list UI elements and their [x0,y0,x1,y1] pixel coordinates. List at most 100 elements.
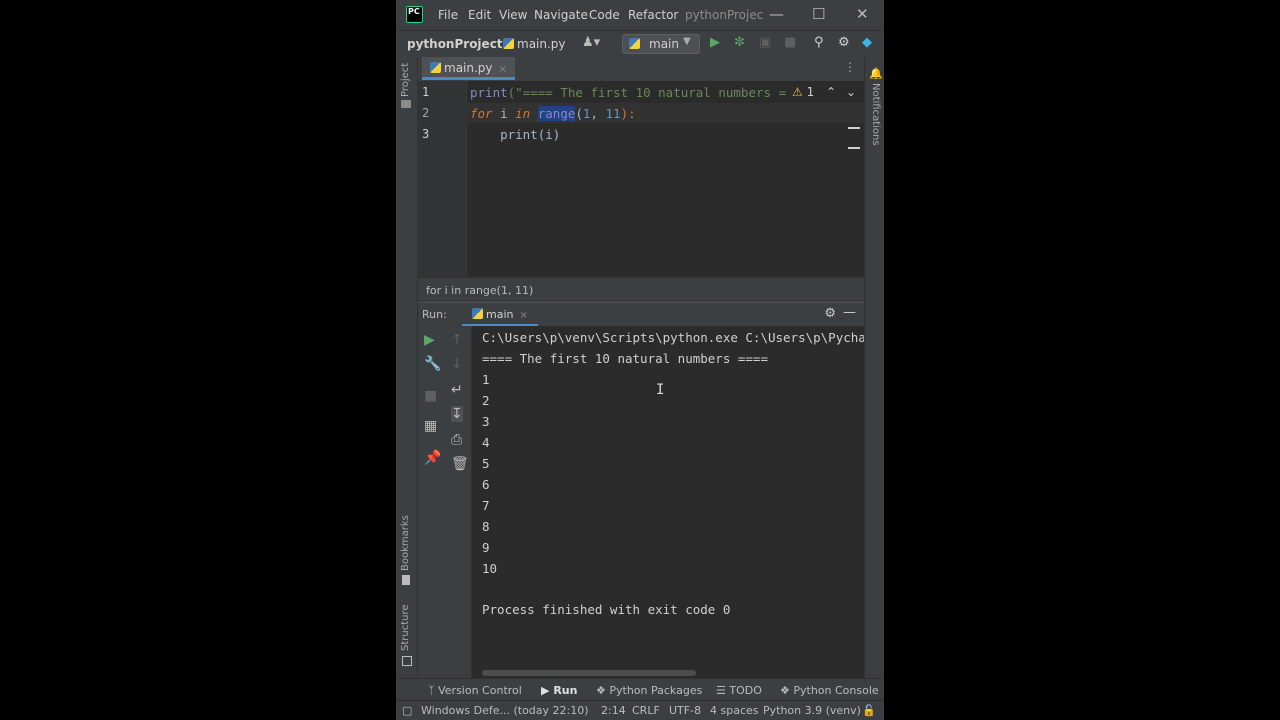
close-icon[interactable]: × [519,310,527,321]
status-interpreter[interactable]: Python 3.9 (venv) [763,704,861,717]
search-icon[interactable]: ⚲ [814,35,824,50]
code-token: , [590,106,606,121]
status-square-icon[interactable]: ▢ [402,704,412,717]
editor-breadcrumb: for i in range(1, 11) [418,277,864,302]
code-line-2[interactable]: for i in range(1, 11): [470,106,636,121]
stop-icon[interactable]: ■ [424,388,437,404]
chevron-down-icon[interactable]: ⌄ [846,85,856,99]
structure-icon [402,656,412,666]
menu-edit[interactable]: Edit [468,8,491,22]
structure-tool-tab[interactable]: Structure [400,604,411,651]
coverage-icon[interactable]: ▣ [759,35,771,50]
stop-icon[interactable]: ■ [784,35,796,50]
run-tab-main[interactable]: main × [462,303,538,327]
menu-code[interactable]: Code [589,8,620,22]
run-console-output[interactable]: C:\Users\p\venv\Scripts\python.exe C:\Us… [472,326,864,678]
gear-icon[interactable]: ⚙ [838,35,850,50]
close-icon[interactable]: × [499,64,507,75]
debug-icon[interactable]: ✼ [734,35,745,50]
minimize-panel-icon[interactable]: — [843,305,856,320]
console-line: 5 [482,456,490,471]
tool-run[interactable]: ▶ Run [541,684,577,697]
close-window-button[interactable]: ✕ [856,5,869,23]
inspection-widget[interactable]: ⚠ 1 ⌃ ⌄ [792,85,856,99]
code-token: in [515,106,531,121]
user-icon[interactable]: ♟▾ [582,35,600,50]
status-caret-position[interactable]: 2:14 [601,704,626,717]
trash-icon[interactable]: 🗑 [451,456,469,472]
breadcrumb-text[interactable]: for i in range(1, 11) [426,284,533,297]
tool-label: Run [553,684,578,697]
status-event[interactable]: Windows Defe... (today 22:10) [421,704,589,717]
horizontal-scrollbar[interactable] [482,670,696,676]
console-line: 9 [482,540,490,555]
jetbrains-icon[interactable]: ◆ [862,35,872,50]
run-config-selector[interactable]: main ▼ [622,34,700,54]
status-indent[interactable]: 4 spaces [710,704,759,717]
rerun-icon[interactable]: ▶ [424,332,435,348]
layout-icon[interactable]: ▦ [424,418,437,434]
menu-navigate[interactable]: Navigate [534,8,588,22]
lock-icon[interactable]: 🔓 [862,704,876,717]
gear-icon[interactable]: ⚙ [824,306,836,321]
menu-file[interactable]: File [438,8,458,22]
tool-window-bar: ᛉ Version Control ▶ Run ❖ Python Package… [396,678,884,701]
menu-view[interactable]: View [499,8,527,22]
list-icon: ☰ [716,684,726,697]
breadcrumb-project[interactable]: pythonProject3 [407,37,511,51]
scroll-marker [848,127,860,129]
pin-icon[interactable]: 📌 [424,450,441,466]
notifications-tool-tab[interactable]: Notifications [870,83,881,146]
console-line: Process finished with exit code 0 [482,602,731,617]
code-line-3[interactable]: print(i) [470,127,560,142]
console-line: 2 [482,393,490,408]
editor-tab-bar: main.py × ⋮ [418,57,864,82]
menu-refactor[interactable]: Refactor [628,8,678,22]
navigation-bar: pythonProject3 main.py ♟▾ main ▼ ▶ ✼ ▣ ■… [396,30,884,58]
tool-version-control[interactable]: ᛉ Version Control [428,684,522,697]
code-editor[interactable]: 1 2 3 print("==== The first 10 natural n… [418,81,864,277]
arrow-down-icon[interactable]: ↓ [451,356,463,372]
code-token: 11 [605,106,621,121]
line-number: 2 [422,106,430,120]
tool-python-packages[interactable]: ❖ Python Packages [596,684,702,697]
scroll-to-end-icon[interactable]: ↧ [451,406,463,422]
breadcrumb-file[interactable]: main.py [503,37,566,51]
status-encoding[interactable]: UTF-8 [669,704,701,717]
minimize-button[interactable]: — [769,5,784,23]
bookmarks-tool-tab[interactable]: Bookmarks [400,515,411,571]
status-bar: ▢ Windows Defe... (today 22:10) 2:14 CRL… [396,700,884,720]
run-label: Run: [422,308,447,321]
selected-token: range [537,106,576,121]
left-tool-strip: Project Bookmarks Structure [396,57,418,699]
console-line: 1 [482,372,490,387]
tool-todo[interactable]: ☰ TODO [716,684,762,697]
arrow-up-icon[interactable]: ↑ [451,332,463,348]
print-icon[interactable]: ⎙ [451,432,462,448]
tool-python-console[interactable]: ❖ Python Console [780,684,879,697]
status-line-separator[interactable]: CRLF [632,704,660,717]
code-token: ( [575,106,583,121]
logo-text: PC [407,7,422,22]
project-tool-tab[interactable]: Project [400,63,411,97]
branch-icon: ᛉ [428,684,435,697]
maximize-button[interactable]: ☐ [812,5,825,23]
breadcrumb-file-label: main.py [517,37,566,51]
console-line: 8 [482,519,490,534]
code-token: ): [620,106,636,121]
console-line: C:\Users\p\venv\Scripts\python.exe C:\Us… [482,330,864,345]
chevron-down-icon: ▼ [683,36,691,47]
pycharm-window: PC File Edit View Navigate Code Refactor… [396,0,884,720]
soft-wrap-icon[interactable]: ↵ [451,382,463,398]
more-options-icon[interactable]: ⋮ [844,60,856,74]
folder-icon [401,100,411,108]
code-line-1[interactable]: print("==== The first 10 natural numbers… [470,85,786,100]
tab-main-py[interactable]: main.py × [422,57,515,80]
run-tab-label: main [486,308,514,321]
run-icon[interactable]: ▶ [710,35,720,50]
wrench-icon[interactable]: 🔧 [424,356,441,372]
chevron-up-icon[interactable]: ⌃ [826,85,836,99]
tool-label: Python Packages [609,684,703,697]
warning-count: 1 [806,85,815,99]
